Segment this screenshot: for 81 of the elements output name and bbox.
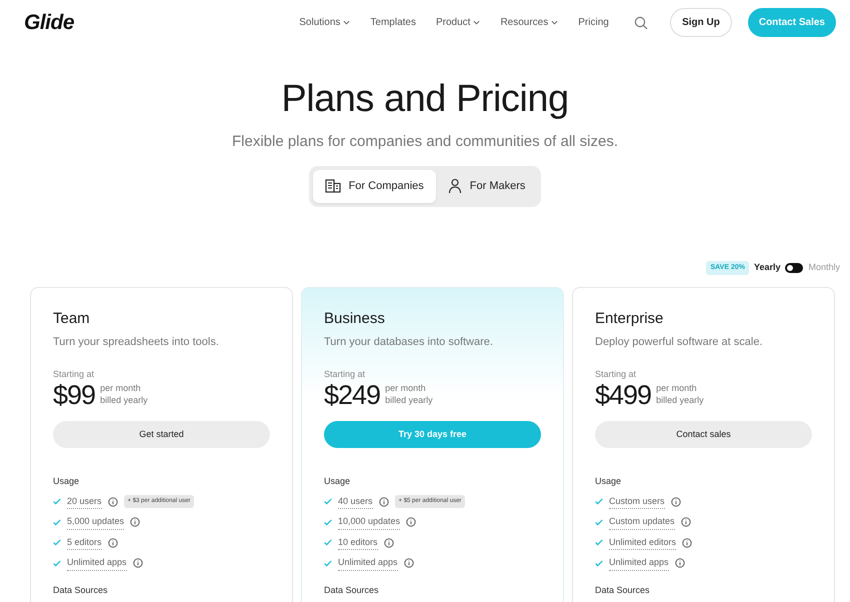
billing-note: billed yearly: [656, 395, 704, 407]
check-icon: [324, 498, 332, 506]
feature-text: 10,000 updates: [338, 515, 400, 530]
plan-name: Enterprise: [595, 309, 664, 330]
billing-option[interactable]: Yearly: [754, 261, 780, 275]
starting-label: Starting at: [324, 368, 366, 382]
check-icon: [324, 518, 332, 526]
price-period: per month: [656, 383, 698, 396]
section-heading: Data Sources: [595, 584, 651, 596]
billing-note: billed yearly: [100, 395, 148, 407]
info-icon: [130, 517, 140, 528]
plan-price: $99: [53, 382, 96, 409]
price-period: per month: [100, 383, 142, 396]
price-period: per month: [385, 383, 427, 396]
section-heading: Data Sources: [53, 584, 109, 596]
caret-icon: [473, 20, 480, 25]
plan-price: $249: [324, 382, 380, 409]
feature-text: Unlimited apps: [338, 556, 398, 571]
info-icon: [682, 538, 692, 548]
page-subtitle: Flexible plans for companies and communities of all sizes.: [232, 132, 618, 152]
feature-text: Unlimited editors: [609, 536, 676, 550]
search-icon[interactable]: [634, 16, 648, 30]
plan-tagline: Turn your databases into software.: [324, 334, 494, 350]
plan-price: $499: [595, 382, 652, 409]
info-icon: [108, 496, 118, 507]
billing-toggle[interactable]: [785, 262, 804, 273]
nav-link[interactable]: Templates: [370, 15, 416, 30]
feature-text: Custom updates: [609, 515, 675, 530]
starting-label: Starting at: [595, 368, 638, 382]
nav-link[interactable]: Pricing: [578, 15, 609, 30]
page-title: Plans and Pricing: [281, 77, 569, 122]
section-heading: Usage: [53, 475, 80, 488]
audience-tab[interactable]: For Makers: [436, 170, 538, 203]
feature-text: Custom users: [609, 494, 665, 510]
info-icon: [384, 538, 394, 548]
billing-note: billed yearly: [385, 395, 433, 407]
section-heading: Usage: [595, 475, 622, 488]
check-icon: [324, 560, 332, 567]
nav-link[interactable]: Resources: [500, 15, 558, 30]
nav-link[interactable]: Solutions: [299, 15, 350, 30]
starting-label: Starting at: [53, 368, 96, 382]
feature-text: 40 users: [338, 494, 373, 510]
check-icon: [595, 539, 603, 546]
info-icon: [132, 558, 143, 568]
check-icon: [53, 539, 61, 546]
plan-name: Business: [324, 309, 386, 330]
plan-button[interactable]: Contact sales: [595, 420, 812, 448]
plan-tagline: Deploy powerful software at scale.: [595, 334, 764, 350]
info-icon: [378, 496, 389, 507]
building-icon: [324, 179, 341, 194]
check-icon: [53, 498, 61, 506]
audience-tab[interactable]: For Companies: [312, 170, 436, 203]
info-icon: [108, 538, 118, 548]
section-heading: Usage: [324, 475, 352, 488]
caret-icon: [551, 20, 558, 25]
info-icon: [670, 496, 681, 507]
feature-text: Unlimited apps: [609, 556, 669, 571]
check-icon: [53, 560, 61, 567]
plan-button[interactable]: Get started: [53, 420, 270, 448]
info-icon: [680, 517, 691, 528]
sign-up-button[interactable]: Sign Up: [670, 8, 732, 37]
plan-name: Team: [53, 309, 91, 330]
check-icon: [595, 498, 603, 506]
info-icon: [406, 517, 416, 528]
nav-link[interactable]: Product: [436, 15, 480, 30]
caret-icon: [343, 20, 350, 25]
info-icon: [404, 558, 414, 568]
feature-text: 20 users: [67, 494, 102, 510]
feature-text: Unlimited apps: [67, 556, 127, 571]
feature-text: 10 editors: [338, 536, 378, 550]
section-heading: Data Sources: [324, 584, 380, 596]
logo[interactable]: Glide: [24, 6, 74, 38]
check-icon: [324, 539, 332, 546]
info-icon: [674, 558, 685, 568]
plan-tagline: Turn your spreadsheets into tools.: [53, 334, 220, 350]
feature-text: 5,000 updates: [67, 515, 124, 530]
feature-text: 5 editors: [67, 536, 102, 550]
check-icon: [53, 518, 61, 526]
check-icon: [595, 560, 603, 567]
person-icon: [448, 178, 462, 194]
check-icon: [595, 518, 603, 526]
